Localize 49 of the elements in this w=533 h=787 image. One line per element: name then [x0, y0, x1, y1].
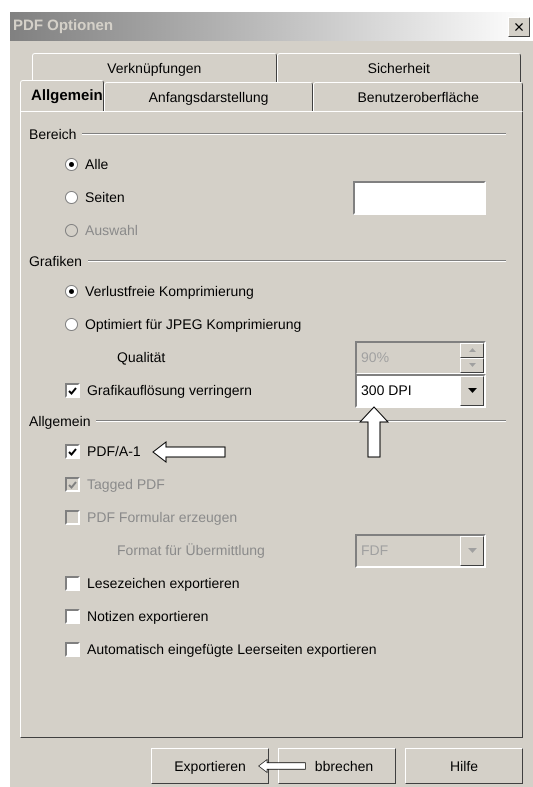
option-label: Automatisch eingefügte Leerseiten exportieren	[87, 640, 377, 659]
tab[interactable]: Verknüpfungen	[32, 53, 276, 82]
down-triangle-icon	[468, 548, 476, 553]
option-label: Optimiert für JPEG Komprimierung	[85, 315, 302, 334]
dropdown-button[interactable]	[460, 376, 484, 406]
option-label: Format für Übermittlung	[117, 541, 265, 560]
option-label: PDF Formular erzeugen	[87, 508, 238, 527]
option-label: Lesezeichen exportieren	[87, 574, 240, 593]
left-arrow-icon	[152, 440, 226, 462]
checkmark-icon	[68, 448, 77, 456]
checkbox[interactable]	[65, 642, 80, 657]
option-label: Notizen exportieren	[87, 607, 208, 626]
up-arrow-icon	[359, 406, 389, 458]
radio-button[interactable]	[65, 158, 78, 171]
checkbox[interactable]	[65, 576, 80, 591]
radio-button[interactable]	[65, 285, 78, 298]
section-title: Grafiken	[29, 252, 82, 270]
down-triangle-icon	[468, 363, 476, 367]
option-label: Tagged PDF	[87, 475, 165, 494]
section-title: Allgemein	[29, 412, 90, 431]
dialog-button[interactable]: Exportieren	[151, 748, 269, 784]
dropdown-value: 300 DPI	[360, 381, 413, 400]
radio-button[interactable]	[65, 318, 78, 331]
window-title: PDF Optionen	[13, 16, 113, 36]
section-title: Bereich	[29, 124, 76, 144]
checkmark-icon	[68, 386, 77, 394]
tab[interactable]: Allgemein	[20, 80, 104, 111]
tab[interactable]: Sicherheit	[276, 53, 521, 82]
option-label: Verlustfreie Komprimierung	[85, 282, 254, 301]
option-label: Alle	[85, 155, 108, 174]
dialog-button[interactable]: bbrechen	[278, 748, 396, 784]
tab[interactable]: Anfangsdarstellung	[104, 82, 314, 111]
option-label: Grafikauflösung verringern	[87, 381, 252, 400]
option-label: Qualität	[117, 348, 166, 367]
close-button[interactable]: ×	[508, 16, 530, 36]
option-label: Seiten	[85, 188, 125, 207]
dropdown[interactable]: 300 DPI	[355, 374, 486, 408]
up-triangle-icon	[468, 348, 476, 352]
checkbox[interactable]	[65, 383, 80, 398]
checkbox[interactable]	[65, 444, 80, 459]
down-triangle-icon	[468, 388, 476, 393]
checkmark-icon	[68, 480, 77, 488]
tab[interactable]: Benutzeroberfläche	[313, 82, 523, 111]
option-label: Auswahl	[85, 221, 138, 240]
dialog-button[interactable]: Hilfe	[405, 748, 523, 784]
radio-button[interactable]	[65, 191, 78, 204]
checkbox[interactable]	[65, 609, 80, 624]
input-field[interactable]	[353, 180, 486, 214]
option-label: PDF/A-1	[87, 442, 141, 461]
